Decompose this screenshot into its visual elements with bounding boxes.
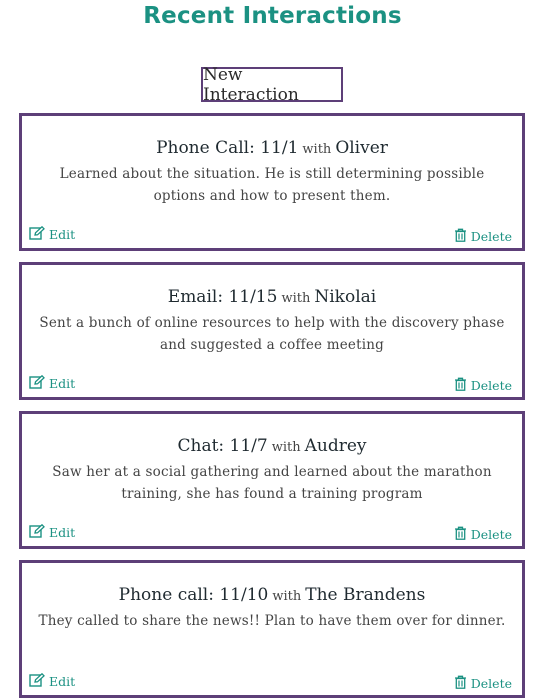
interaction-notes: Sent a bunch of online resources to help… bbox=[39, 315, 505, 353]
interaction-title: Chat: 11/7 with Audrey bbox=[22, 436, 522, 456]
delete-button[interactable]: Delete bbox=[454, 526, 512, 543]
edit-icon bbox=[29, 374, 49, 392]
delete-label: Delete bbox=[470, 527, 512, 542]
interaction-type-date: Email: 11/15 bbox=[167, 287, 278, 307]
interaction-type-date: Chat: 11/7 bbox=[177, 436, 268, 456]
trash-icon bbox=[454, 377, 471, 394]
delete-label: Delete bbox=[470, 229, 512, 244]
delete-label: Delete bbox=[470, 378, 512, 393]
delete-button[interactable]: Delete bbox=[454, 228, 512, 245]
trash-icon bbox=[454, 675, 471, 692]
edit-label: Edit bbox=[49, 227, 76, 242]
interaction-card: Email: 11/15 with Nikolai Sent a bunch of … bbox=[19, 262, 525, 400]
edit-icon bbox=[29, 523, 49, 541]
interaction-title: Phone call: 11/10 with The Brandens bbox=[22, 585, 522, 605]
edit-label: Edit bbox=[49, 525, 76, 540]
with-label: with bbox=[272, 589, 302, 604]
with-label: with bbox=[271, 440, 301, 455]
edit-button[interactable]: Edit bbox=[29, 523, 76, 541]
new-interaction-button[interactable]: New Interaction bbox=[201, 65, 343, 105]
interaction-type-date: Phone Call: 11/1 bbox=[156, 138, 299, 158]
interaction-card: Phone call: 11/10 with The Brandens They c… bbox=[19, 560, 525, 698]
trash-icon bbox=[454, 526, 471, 543]
interaction-notes: Saw her at a social gathering and learne… bbox=[52, 464, 492, 502]
trash-icon bbox=[454, 228, 471, 245]
edit-button[interactable]: Edit bbox=[29, 374, 76, 392]
interaction-person: Oliver bbox=[335, 138, 388, 158]
interaction-title: Phone Call: 11/1 with Oliver bbox=[22, 138, 522, 158]
with-label: with bbox=[302, 142, 332, 157]
delete-label: Delete bbox=[470, 676, 512, 691]
interaction-person: The Brandens bbox=[305, 585, 426, 605]
edit-icon bbox=[29, 672, 49, 690]
edit-label: Edit bbox=[49, 376, 76, 391]
edit-icon bbox=[29, 225, 49, 243]
interaction-card: Chat: 11/7 with Audrey Saw her at a social… bbox=[19, 411, 525, 549]
interaction-person: Audrey bbox=[304, 436, 367, 456]
edit-button[interactable]: Edit bbox=[29, 672, 76, 690]
delete-button[interactable]: Delete bbox=[454, 675, 512, 692]
edit-button[interactable]: Edit bbox=[29, 225, 76, 243]
interaction-card: Phone Call: 11/1 with Oliver Learned about… bbox=[19, 113, 525, 251]
interaction-type-date: Phone call: 11/10 bbox=[118, 585, 269, 605]
page-title: Recent Interactions bbox=[143, 3, 402, 29]
interaction-person: Nikolai bbox=[314, 287, 377, 307]
delete-button[interactable]: Delete bbox=[454, 377, 512, 394]
with-label: with bbox=[281, 291, 311, 306]
interaction-title: Email: 11/15 with Nikolai bbox=[22, 287, 522, 307]
edit-label: Edit bbox=[49, 674, 76, 689]
interaction-notes: They called to share the news!! Plan to … bbox=[38, 613, 506, 629]
interaction-notes: Learned about the situation. He is still… bbox=[59, 166, 485, 204]
